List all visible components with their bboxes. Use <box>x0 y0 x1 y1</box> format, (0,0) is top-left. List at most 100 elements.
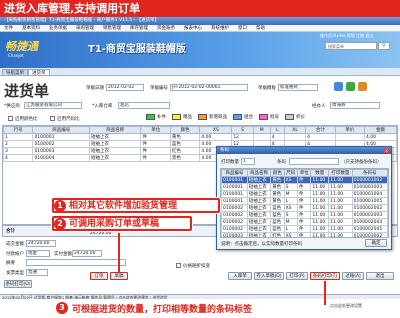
table-cell[interactable]: XS <box>283 232 299 237</box>
table-cell[interactable]: 4.00 <box>199 133 233 141</box>
table-cell[interactable]: 短袖上衣 <box>246 190 272 198</box>
done-amount-field[interactable]: 24720.00 <box>26 240 56 247</box>
table-cell[interactable]: XS <box>283 176 299 184</box>
order-button[interactable]: 订单 <box>90 272 108 280</box>
order-no-field[interactable]: JH-2012-02-02-00001 <box>170 84 248 91</box>
table-cell[interactable]: S <box>283 183 299 191</box>
table-cell[interactable]: 蓝色 <box>270 204 285 212</box>
table-cell[interactable]: 0100002 <box>221 204 248 212</box>
table-cell[interactable]: 0100001 <box>32 133 90 141</box>
menu-item[interactable]: 库存管理 <box>130 26 148 31</box>
barcode-button[interactable]: 条码打印(O) <box>4 280 32 288</box>
table-cell[interactable]: 蓝色 <box>270 218 285 226</box>
table-cell[interactable]: 短袖上衣 <box>246 225 272 233</box>
table-cell[interactable]: 0100002004 <box>351 218 388 226</box>
column-header[interactable]: 商品编号 <box>32 126 90 134</box>
table-cell[interactable]: 0100001 <box>221 190 248 198</box>
column-header[interactable]: 商品名称 <box>246 169 272 177</box>
menu-item[interactable]: 报表中心 <box>184 26 202 31</box>
table-cell[interactable]: 4 <box>305 133 336 141</box>
table-cell[interactable]: 0100001 <box>221 197 248 205</box>
menu-item[interactable]: 采购管理 <box>76 26 94 31</box>
print-qty-field[interactable]: 1 <box>241 158 255 165</box>
table-row[interactable]: 0100002 短袖上衣 蓝色 XS 件 11.00 11.00 0100002002 <box>221 204 388 212</box>
supplier-field[interactable]: 江苏服装有限公司 <box>24 102 82 109</box>
table-cell[interactable]: 11.00 <box>310 197 330 205</box>
table-cell[interactable]: 3 <box>2 147 34 155</box>
table-cell[interactable]: 1 <box>2 133 34 141</box>
column-header[interactable]: S <box>231 126 254 134</box>
close-button[interactable]: 退出 <box>366 272 394 280</box>
table-cell[interactable] <box>284 133 307 141</box>
table-cell[interactable]: 件 <box>296 218 312 226</box>
save-draft-button[interactable]: 存入草稿(D) <box>254 272 284 280</box>
table-cell[interactable]: 0100001 <box>221 176 248 184</box>
table-cell[interactable]: 11.00 <box>328 176 353 184</box>
column-header[interactable]: 商品编号 <box>221 169 248 177</box>
table-cell[interactable]: 0100001 <box>221 183 248 191</box>
column-header[interactable]: 商品名称 <box>88 126 142 134</box>
table-cell[interactable]: 11.00 <box>310 232 330 237</box>
table-cell[interactable]: 黄色 <box>270 176 285 184</box>
table-cell[interactable]: 黑色 <box>169 154 201 162</box>
table-cell[interactable]: 0100002 <box>221 218 248 226</box>
table-row[interactable]: 0100002 短袖上衣 蓝色 S 件 11.00 11.00 0100002003 <box>221 211 388 219</box>
table-cell[interactable]: 11.00 <box>310 204 330 212</box>
table-cell[interactable]: 短袖上衣 <box>246 218 272 226</box>
table-cell[interactable]: 0100002 <box>32 140 90 148</box>
table-cell[interactable]: 11.00 <box>328 232 353 237</box>
size-ratio-checkbox[interactable] <box>50 116 55 121</box>
table-cell[interactable]: 件 <box>296 183 312 191</box>
table-row[interactable]: 0100002 短袖上衣 蓝色 L 件 11.00 11.00 0100002005 <box>221 225 388 233</box>
table-cell[interactable]: 11.00 <box>310 225 330 233</box>
table-cell[interactable]: 件 <box>296 190 312 198</box>
table-cell[interactable]: 0100003 <box>32 147 90 155</box>
column-header[interactable]: 条码号 <box>351 169 388 177</box>
template-select[interactable]: 标准格式 <box>278 84 318 91</box>
table-cell[interactable]: 0100002003 <box>351 211 388 219</box>
table-cell[interactable]: 0100003002 <box>351 232 388 237</box>
table-cell[interactable]: 短袖上衣 <box>246 197 272 205</box>
table-cell[interactable]: 件 <box>296 204 312 212</box>
column-header[interactable]: 单价 <box>334 126 365 134</box>
column-header[interactable]: 尺码 <box>283 169 299 177</box>
table-row[interactable]: 0100002 短袖上衣 蓝色 M 件 11.00 11.00 0100002004 <box>221 218 388 226</box>
column-header[interactable]: 颜色 <box>270 169 285 177</box>
table-cell[interactable]: 4 <box>2 154 34 162</box>
menu-item[interactable]: 业务单据 <box>49 26 67 31</box>
table-cell[interactable]: 11.00 <box>328 218 353 226</box>
table-cell[interactable]: 11.00 <box>328 225 353 233</box>
table-cell[interactable] <box>252 133 271 141</box>
column-header[interactable]: 颜色 <box>169 126 201 134</box>
table-cell[interactable]: 黄色 <box>270 197 285 205</box>
cash-field[interactable]: 24720.00 <box>72 250 102 257</box>
print-button[interactable]: 打印(P) <box>286 272 308 280</box>
table-cell[interactable]: 11.00 <box>328 211 353 219</box>
table-cell[interactable]: 红色 <box>169 147 201 155</box>
table-cell[interactable]: XS <box>283 204 299 212</box>
column-header[interactable]: 数量 <box>310 169 330 177</box>
menu-item[interactable]: 基本资料 <box>22 26 40 31</box>
table-cell[interactable]: 11.00 <box>310 218 330 226</box>
table-cell[interactable]: 0100001002 <box>351 176 388 184</box>
table-row[interactable]: 0100001 短袖上衣 黄色 XS 件 11.00 11.00 0100001002 <box>221 176 388 184</box>
table-cell[interactable]: 0100001005 <box>351 197 388 205</box>
table-cell[interactable] <box>334 133 365 141</box>
table-cell[interactable]: 4 <box>269 133 286 141</box>
user-info[interactable]: 操作员:Hxiles 帮助 注销 退出 <box>320 33 373 39</box>
table-row[interactable]: 0100003 短袖上衣 红色 XS 件 11.00 11.00 0100003002 <box>221 232 388 237</box>
pay-account-field[interactable]: 现金 <box>26 250 50 257</box>
help-icon[interactable] <box>358 82 367 91</box>
column-header[interactable]: 金额 <box>363 126 398 134</box>
menu-item[interactable]: 窗口 <box>238 26 247 31</box>
ok-button[interactable]: 确定 <box>365 239 387 247</box>
barcode-field[interactable] <box>289 158 339 165</box>
table-cell[interactable]: 11.00 <box>328 183 353 191</box>
column-header[interactable]: 打印数量 <box>328 169 353 177</box>
barcode-print-button[interactable]: 条码打印(T) <box>310 272 340 280</box>
table-cell[interactable]: 11.00 <box>328 190 353 198</box>
table-cell[interactable]: 件 <box>296 176 312 184</box>
table-cell[interactable]: 黄色 <box>169 133 201 141</box>
table-cell[interactable]: 0100001003 <box>351 183 388 191</box>
table-cell[interactable]: 0100002002 <box>351 204 388 212</box>
